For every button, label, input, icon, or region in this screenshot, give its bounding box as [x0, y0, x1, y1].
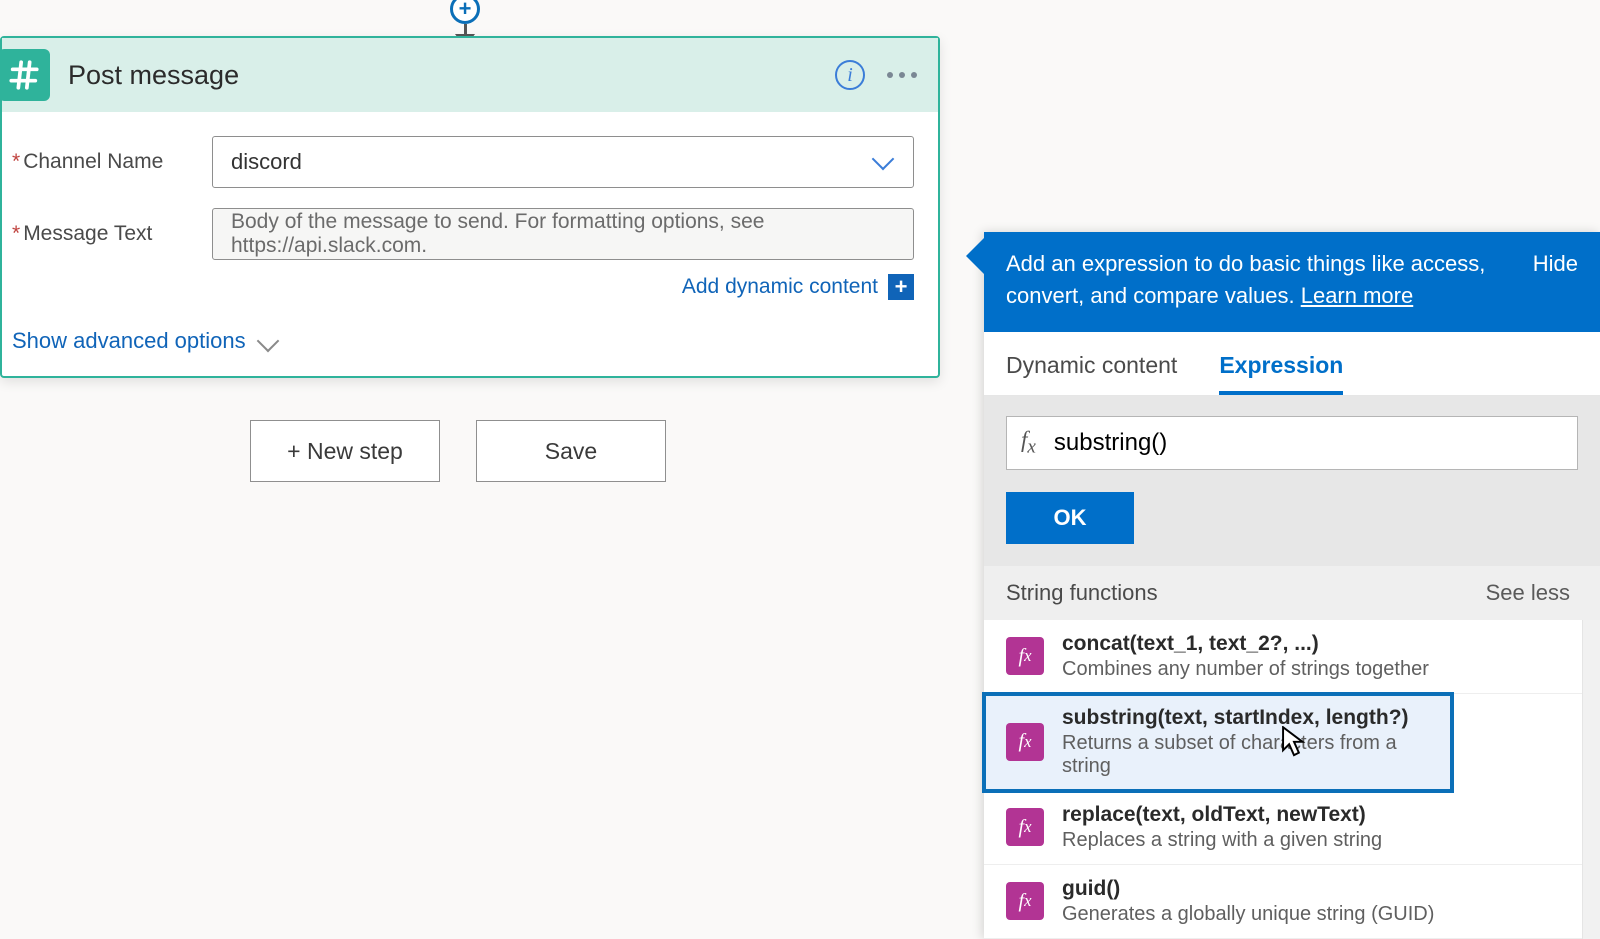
function-text: replace(text, oldText, newText) Replaces… — [1062, 803, 1382, 852]
function-item-replace[interactable]: fx replace(text, oldText, newText) Repla… — [984, 791, 1600, 865]
ok-button[interactable]: OK — [1006, 492, 1134, 544]
field-label-message: *Message Text — [12, 222, 212, 246]
banner-text: Add an expression to do basic things lik… — [1006, 251, 1485, 308]
slack-hash-icon — [0, 49, 50, 101]
function-signature: replace(text, oldText, newText) — [1062, 803, 1382, 827]
plus-badge-icon: + — [888, 274, 914, 300]
plus-icon: + — [450, 0, 480, 24]
function-signature: guid() — [1062, 877, 1434, 901]
function-item-guid[interactable]: fx guid() Generates a globally unique st… — [984, 865, 1600, 939]
fx-icon: fx — [1006, 637, 1044, 675]
field-label-channel: *Channel Name — [12, 150, 212, 174]
hide-banner-button[interactable]: Hide — [1533, 248, 1578, 312]
required-asterisk: * — [12, 222, 20, 245]
panel-pointer-icon — [966, 234, 988, 278]
function-list: fx concat(text_1, text_2?, ...) Combines… — [984, 620, 1600, 939]
banner-message: Add an expression to do basic things lik… — [1006, 248, 1513, 312]
select-value: discord — [231, 149, 302, 175]
info-icon: i — [835, 60, 865, 90]
add-dynamic-content-link[interactable]: Add dynamic content + — [12, 274, 914, 300]
channel-name-select[interactable]: discord — [212, 136, 914, 188]
fx-icon: fx — [1021, 427, 1036, 459]
chevron-down-icon — [256, 330, 279, 353]
function-signature: concat(text_1, text_2?, ...) — [1062, 632, 1429, 656]
function-item-concat[interactable]: fx concat(text_1, text_2?, ...) Combines… — [984, 620, 1600, 694]
field-row-channel: *Channel Name discord — [12, 136, 914, 188]
function-text: concat(text_1, text_2?, ...) Combines an… — [1062, 632, 1429, 681]
tab-dynamic-content[interactable]: Dynamic content — [1006, 352, 1177, 395]
expression-input[interactable] — [1054, 429, 1563, 457]
scrollbar[interactable] — [1582, 620, 1600, 939]
function-signature: substring(text, startIndex, length?) — [1062, 706, 1430, 730]
more-options-button[interactable] — [882, 55, 922, 95]
info-button[interactable]: i — [830, 55, 870, 95]
label-text: Channel Name — [23, 150, 163, 173]
card-header[interactable]: Post message i — [2, 38, 938, 112]
learn-more-link[interactable]: Learn more — [1301, 283, 1414, 308]
required-asterisk: * — [12, 150, 20, 173]
message-text-input[interactable]: Body of the message to send. For formatt… — [212, 208, 914, 260]
function-text: substring(text, startIndex, length?) Ret… — [1062, 706, 1430, 778]
link-text: Add dynamic content — [682, 275, 878, 299]
function-description: Combines any number of strings together — [1062, 658, 1429, 681]
new-step-button[interactable]: + New step — [250, 420, 440, 482]
chevron-down-icon — [872, 148, 895, 171]
placeholder-text: Body of the message to send. For formatt… — [231, 210, 895, 258]
panel-tabs: Dynamic content Expression — [984, 332, 1600, 396]
field-row-message: *Message Text Body of the message to sen… — [12, 208, 914, 260]
function-description: Returns a subset of characters from a st… — [1062, 732, 1430, 778]
fx-icon: fx — [1006, 808, 1044, 846]
label-text: Message Text — [23, 222, 152, 245]
see-less-toggle[interactable]: See less — [1486, 580, 1570, 606]
function-text: guid() Generates a globally unique strin… — [1062, 877, 1434, 926]
flow-footer-actions: + New step Save — [250, 420, 666, 482]
dynamic-content-panel: Add an expression to do basic things lik… — [984, 232, 1600, 939]
function-item-substring[interactable]: fx substring(text, startIndex, length?) … — [984, 694, 1452, 791]
toggle-text: Show advanced options — [12, 328, 246, 354]
fx-icon: fx — [1006, 723, 1044, 761]
save-button[interactable]: Save — [476, 420, 666, 482]
fx-icon: fx — [1006, 882, 1044, 920]
show-advanced-options-toggle[interactable]: Show advanced options — [2, 328, 938, 376]
function-section-header[interactable]: String functions See less — [984, 566, 1600, 620]
action-card-post-message: Post message i *Channel Name discord *Me… — [0, 36, 940, 378]
tab-expression[interactable]: Expression — [1219, 352, 1343, 395]
card-title: Post message — [50, 60, 818, 91]
expression-editor-area: fx OK — [984, 396, 1600, 566]
ellipsis-icon — [887, 72, 917, 78]
function-description: Generates a globally unique string (GUID… — [1062, 903, 1434, 926]
function-description: Replaces a string with a given string — [1062, 829, 1382, 852]
card-body: *Channel Name discord *Message Text Body… — [2, 112, 938, 328]
panel-banner: Add an expression to do basic things lik… — [984, 232, 1600, 332]
arrow-stem — [464, 24, 467, 34]
section-title: String functions — [1006, 580, 1158, 606]
expression-input-wrapper: fx — [1006, 416, 1578, 470]
